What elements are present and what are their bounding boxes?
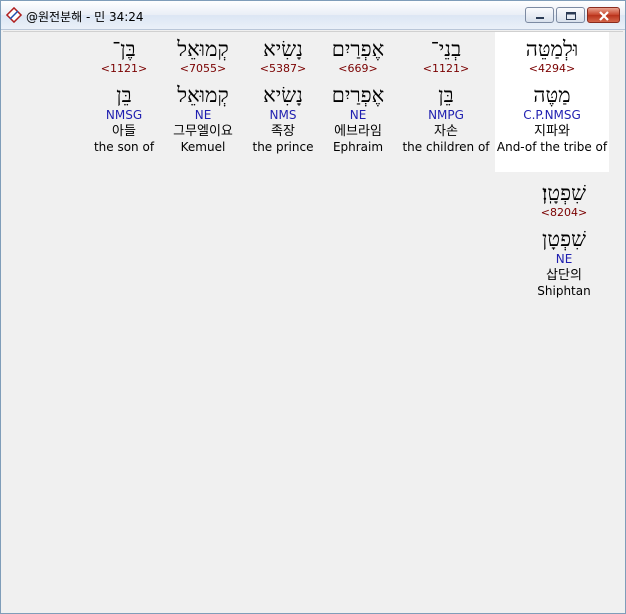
word-block-4[interactable]: נָשִׂיא <5387> נָשִׂיא NMS 족장 the prince xyxy=(249,32,317,155)
word-block-5[interactable]: קְמוּאֵל <7055> קְמוּאֵל NE 그무엘이요 Kemuel xyxy=(163,32,243,155)
word-english: Shiphtan xyxy=(537,284,591,298)
word-parsing: NE xyxy=(349,108,367,122)
close-icon xyxy=(599,11,609,21)
word-parsing: NMPG xyxy=(428,108,464,122)
word-hebrew: שִׁפְטָֽן׃ xyxy=(542,181,586,205)
word-lemma: בֵּן xyxy=(116,83,132,107)
word-lemma: אֶפְרַיִם xyxy=(331,83,385,107)
word-hebrew: בְנֵי־ xyxy=(430,37,462,61)
word-block-2[interactable]: בְנֵי־ <1121> בֵּן NMPG 자손 the children … xyxy=(401,32,491,155)
word-korean: 족장 xyxy=(271,124,295,139)
word-hebrew: אֶפְרַיִם xyxy=(331,37,385,61)
app-icon xyxy=(6,7,22,23)
maximize-icon xyxy=(566,12,576,20)
word-strong-number[interactable]: <1121> xyxy=(91,62,157,76)
word-korean: 그무엘이요 xyxy=(173,124,233,139)
word-parsing: NMS xyxy=(269,108,297,122)
word-parsing: C.P.NMSG xyxy=(523,108,581,122)
word-strong-number[interactable]: <7055> xyxy=(163,62,243,76)
word-english: Kemuel xyxy=(180,140,226,154)
word-korean: 자손 xyxy=(434,124,458,139)
word-parsing: NE xyxy=(194,108,212,122)
analysis-pane: וּלְמַטֵּה <4294> מַטֶּה C.P.NMSG 지파와 An… xyxy=(3,31,623,610)
close-button[interactable] xyxy=(587,7,620,23)
word-lemma: נָשִׂיא xyxy=(263,83,303,107)
word-korean: 삽단의 xyxy=(546,268,582,283)
word-lemma: שִׁפְטָן xyxy=(542,227,586,251)
word-block-7[interactable]: שִׁפְטָֽן׃ <8204> שִׁפְטָן NE 삽단의 Shipht… xyxy=(531,176,597,299)
word-strong-number[interactable]: <669> xyxy=(323,62,393,76)
word-lemma: בֵּן xyxy=(438,83,454,107)
word-english: the children of xyxy=(402,140,490,154)
word-strong-number[interactable]: <8204> xyxy=(531,206,597,220)
word-hebrew: וּלְמַטֵּה xyxy=(525,37,579,61)
word-english: Ephraim xyxy=(332,140,384,154)
word-strong-number[interactable]: <4294> xyxy=(495,62,609,76)
window-title: @원전분해 - 민 34:24 xyxy=(26,10,144,24)
word-hebrew: בֶּן־ xyxy=(112,37,136,61)
word-hebrew: נָשִׂיא xyxy=(263,37,303,61)
word-hebrew: קְמוּאֵל xyxy=(177,37,229,61)
word-korean: 지파와 xyxy=(534,124,570,139)
word-strong-number[interactable]: <5387> xyxy=(249,62,317,76)
word-block-1[interactable]: וּלְמַטֵּה <4294> מַטֶּה C.P.NMSG 지파와 An… xyxy=(495,32,609,172)
word-english: the prince xyxy=(252,140,314,154)
word-lemma: מַטֶּה xyxy=(533,83,571,107)
word-parsing: NE xyxy=(555,252,573,266)
minimize-icon xyxy=(536,17,544,19)
word-korean: 에브라임 xyxy=(334,124,382,139)
minimize-button[interactable] xyxy=(525,7,554,23)
word-korean: 아들 xyxy=(112,124,136,139)
word-parsing: NMSG xyxy=(105,108,143,122)
word-english: the son of xyxy=(93,140,155,154)
word-lemma: קְמוּאֵל xyxy=(177,83,229,107)
word-block-3[interactable]: אֶפְרַיִם <669> אֶפְרַיִם NE 에브라임 Ephrai… xyxy=(323,32,393,155)
word-english: And-of the tribe of xyxy=(496,140,608,154)
maximize-button[interactable] xyxy=(556,7,585,23)
title-bar[interactable]: @원전분해 - 민 34:24 xyxy=(1,1,625,30)
app-window: @원전분해 - 민 34:24 וּלְמַטֵּה <4294> מַטֶּה… xyxy=(0,0,626,614)
word-strong-number[interactable]: <1121> xyxy=(401,62,491,76)
word-block-6[interactable]: בֶּן־ <1121> בֵּן NMSG 아들 the son of xyxy=(91,32,157,155)
